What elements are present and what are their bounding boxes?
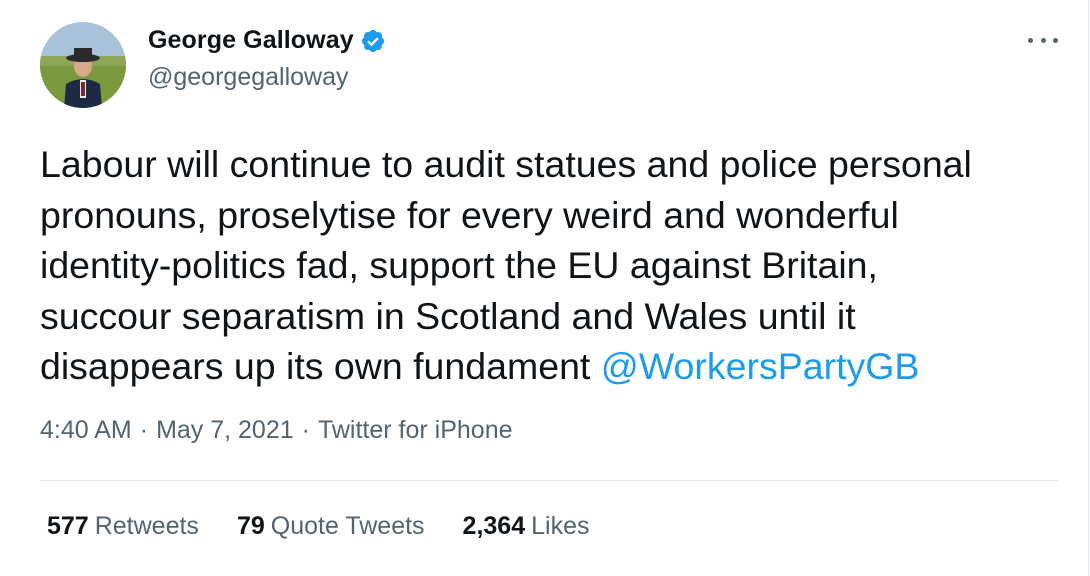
- tweet-source[interactable]: Twitter for iPhone: [318, 416, 513, 445]
- likes-label: Likes: [531, 512, 590, 540]
- author-name-row[interactable]: George Galloway: [148, 26, 386, 55]
- mention-link[interactable]: @WorkersPartyGB: [601, 345, 920, 387]
- more-dot: [1053, 37, 1058, 43]
- more-dot: [1040, 37, 1046, 43]
- retweets-count: 577: [47, 512, 89, 540]
- quote-tweets-count: 79: [236, 512, 265, 540]
- retweets-stat[interactable]: 577 Retweets: [47, 512, 199, 541]
- author-handle[interactable]: @georgegalloway: [148, 63, 349, 92]
- more-options-button[interactable]: [1028, 28, 1058, 52]
- meta-separator: ·: [301, 416, 310, 444]
- author-display-name[interactable]: George Galloway: [148, 26, 354, 55]
- tweet-time[interactable]: 4:40 AM: [40, 416, 132, 445]
- tweet-text: Labour will continue to audit statues an…: [40, 139, 1070, 392]
- quote-tweets-label: Quote Tweets: [270, 512, 425, 540]
- more-dot: [1028, 37, 1033, 43]
- meta-separator: ·: [139, 416, 149, 444]
- avatar[interactable]: [40, 22, 126, 108]
- tweet-card: George Galloway @georgegalloway Labour w…: [0, 0, 1089, 576]
- retweets-label: Retweets: [94, 512, 199, 540]
- verified-badge-icon: [360, 28, 386, 54]
- quote-tweets-stat[interactable]: 79 Quote Tweets: [237, 512, 425, 541]
- likes-stat[interactable]: 2,364 Likes: [463, 512, 590, 541]
- profile-photo-icon: [40, 22, 126, 108]
- likes-count: 2,364: [462, 512, 526, 540]
- tweet-meta: 4:40 AM · May 7, 2021 · Twitter for iPho…: [40, 416, 513, 445]
- divider: [40, 480, 1058, 481]
- engagement-stats: 577 Retweets 79 Quote Tweets 2,364 Likes: [47, 512, 627, 541]
- tweet-date[interactable]: May 7, 2021: [156, 416, 294, 445]
